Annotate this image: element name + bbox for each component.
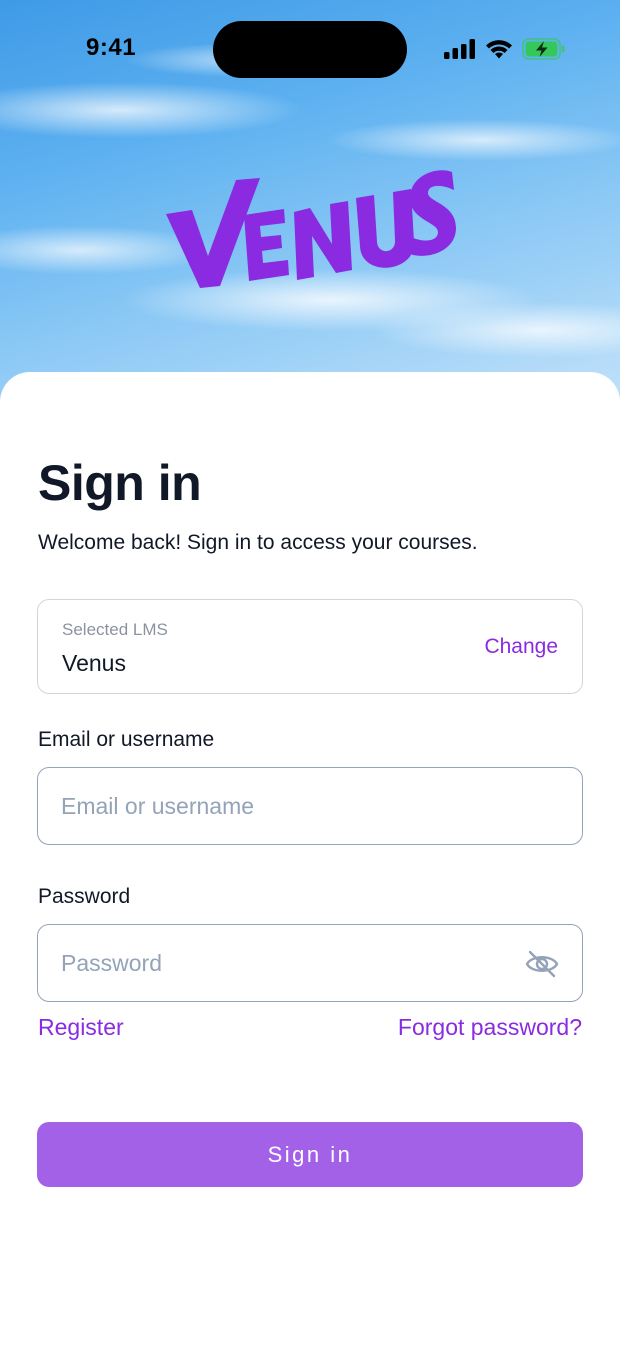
sign-in-card xyxy=(0,372,620,1348)
battery-charging-icon xyxy=(522,38,566,65)
email-field-box xyxy=(37,767,583,845)
selected-lms-value: Venus xyxy=(62,650,126,676)
selected-lms-label: Selected LMS xyxy=(62,620,168,639)
status-bar: 9:41 xyxy=(0,0,620,100)
register-link[interactable]: Register xyxy=(38,1014,124,1041)
forgot-password-link[interactable]: Forgot password? xyxy=(398,1014,582,1041)
password-input[interactable] xyxy=(61,949,501,977)
eye-off-icon[interactable] xyxy=(524,949,560,979)
email-input[interactable] xyxy=(61,792,501,820)
selected-lms-box: Selected LMS Venus Change xyxy=(37,599,583,694)
status-time: 9:41 xyxy=(86,34,137,61)
password-label: Password xyxy=(38,885,131,908)
change-lms-button[interactable]: Change xyxy=(484,635,558,659)
page-subtitle: Welcome back! Sign in to access your cou… xyxy=(38,531,478,554)
venus-logo xyxy=(160,160,460,290)
cellular-signal-icon xyxy=(444,39,476,64)
sign-in-button[interactable]: Sign in xyxy=(37,1122,583,1187)
status-icons xyxy=(444,38,566,65)
dynamic-island xyxy=(213,21,407,78)
password-field-box xyxy=(37,924,583,1002)
wifi-icon xyxy=(485,39,513,64)
page-title: Sign in xyxy=(38,455,202,511)
email-label: Email or username xyxy=(38,728,215,751)
